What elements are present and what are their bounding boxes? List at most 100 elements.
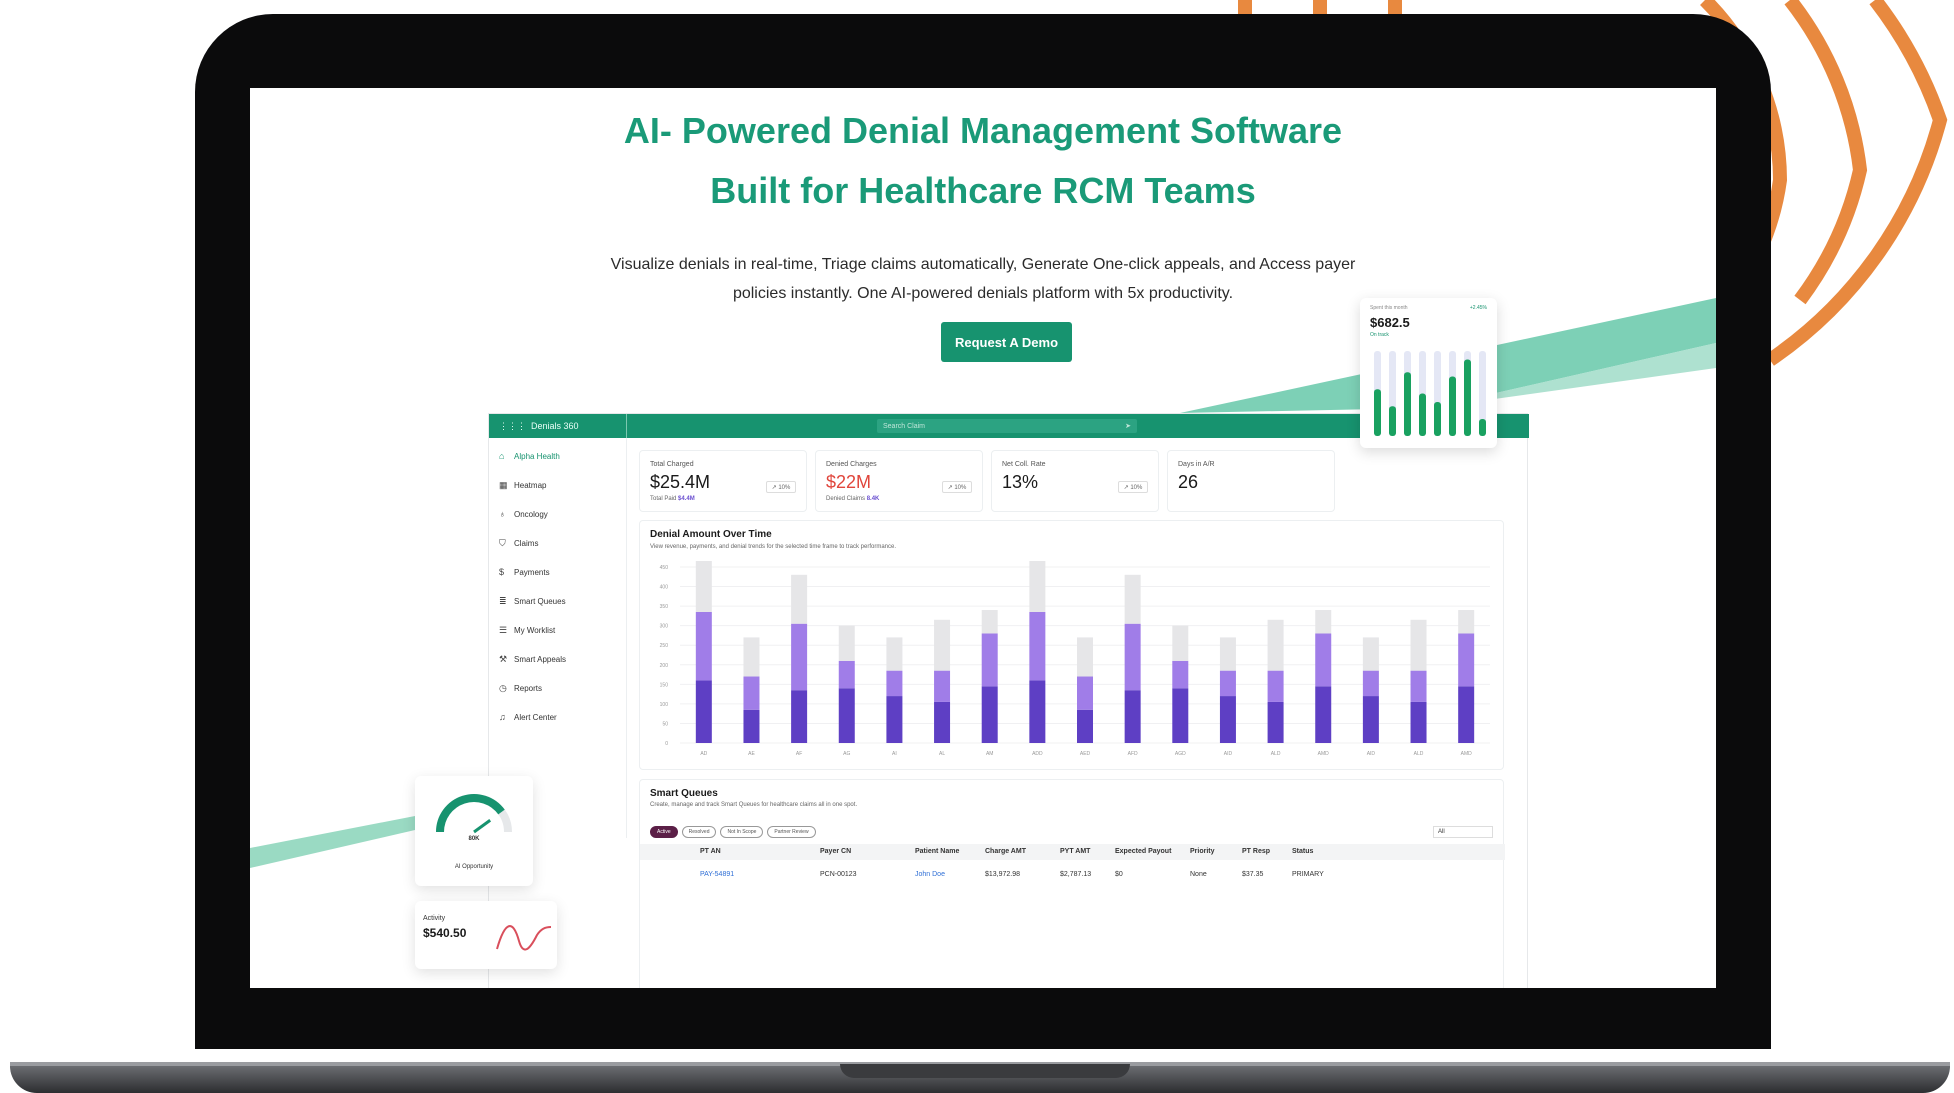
column-header[interactable]: PYT AMT xyxy=(1060,848,1090,855)
bar-segment[interactable] xyxy=(695,680,712,743)
bar-segment[interactable] xyxy=(1267,619,1284,671)
bar-segment[interactable] xyxy=(1458,610,1475,634)
bar-segment[interactable] xyxy=(743,709,760,743)
activity-label: Activity xyxy=(423,915,446,922)
sidebar-item-smart-appeals[interactable]: ⚒ Smart Appeals xyxy=(499,651,566,667)
sidebar-item-reports[interactable]: ◷ Reports xyxy=(499,680,542,696)
bar-segment[interactable] xyxy=(886,696,903,743)
bar-segment[interactable] xyxy=(1315,610,1332,634)
sidebar-item-alert-center[interactable]: ♫ Alert Center xyxy=(499,709,557,725)
bar-segment[interactable] xyxy=(1410,670,1427,702)
x-tick-label: AE xyxy=(748,751,755,757)
table-row[interactable]: PAY-54891 PCN-00123 John Doe $13,972.98 $2,7… xyxy=(640,868,1505,882)
bar-segment[interactable] xyxy=(1172,688,1189,743)
x-tick-label: ALD xyxy=(1414,751,1424,757)
ai-opportunity-card: 80K AI Opportunity xyxy=(415,776,533,886)
bar-segment[interactable] xyxy=(1219,696,1236,743)
table-cell: None xyxy=(1190,871,1207,878)
column-header[interactable]: Status xyxy=(1292,848,1313,855)
table-cell[interactable]: PAY-54891 xyxy=(700,871,734,878)
bar-segment[interactable] xyxy=(743,676,760,710)
x-tick-label: AD xyxy=(700,751,707,757)
queue-tab-resolved[interactable]: Resolved xyxy=(681,826,717,838)
dashboard-brand[interactable]: ⋮⋮⋮ Denials 360 xyxy=(489,414,627,438)
bar-segment[interactable] xyxy=(695,561,712,612)
bar-segment[interactable] xyxy=(1362,696,1379,743)
bar-segment[interactable] xyxy=(981,610,998,634)
column-header[interactable]: Expected Payout xyxy=(1115,848,1171,855)
column-header[interactable]: Patient Name xyxy=(915,848,959,855)
y-tick-label: 50 xyxy=(662,721,668,727)
bar-segment[interactable] xyxy=(981,686,998,743)
bar-segment[interactable] xyxy=(1124,574,1141,624)
bar-segment[interactable] xyxy=(934,701,951,743)
sidebar-item-alpha-health[interactable]: ⌂ Alpha Health xyxy=(499,448,560,464)
bar-segment[interactable] xyxy=(1219,637,1236,671)
mini-bar xyxy=(1479,419,1486,436)
bar-segment[interactable] xyxy=(791,690,808,743)
column-header[interactable]: PT Resp xyxy=(1242,848,1270,855)
hero-title-line2: Built for Healthcare RCM Teams xyxy=(710,170,1256,211)
bar-segment[interactable] xyxy=(1077,709,1093,743)
bar-segment[interactable] xyxy=(1124,623,1141,691)
bar-segment[interactable] xyxy=(1410,619,1427,671)
bar-segment[interactable] xyxy=(1267,701,1284,743)
mini-bar xyxy=(1464,359,1471,436)
bar-segment[interactable] xyxy=(1219,670,1236,697)
bar-segment[interactable] xyxy=(1077,676,1093,710)
bar-segment[interactable] xyxy=(1458,633,1475,687)
bar-segment[interactable] xyxy=(838,660,855,689)
bar-segment[interactable] xyxy=(934,619,951,671)
bar-segment[interactable] xyxy=(1172,660,1189,689)
queue-tab-partner-review[interactable]: Partner Review xyxy=(767,826,816,838)
bar-segment[interactable] xyxy=(743,637,760,677)
sidebar-item-my-worklist[interactable]: ☰ My Worklist xyxy=(499,622,555,638)
bar-segment[interactable] xyxy=(1315,633,1332,687)
queue-tab-not-in-scope[interactable]: Not In Scope xyxy=(720,826,764,838)
claim-search-placeholder: Search Claim xyxy=(883,422,926,430)
bar-segment[interactable] xyxy=(838,688,855,743)
bar-segment[interactable] xyxy=(1029,611,1046,681)
column-header[interactable]: Payer CN xyxy=(820,848,851,855)
bar-segment[interactable] xyxy=(1315,686,1332,743)
table-cell: $2,787.13 xyxy=(1060,871,1092,878)
sidebar-item-heatmap[interactable]: ▦ Heatmap xyxy=(499,477,546,493)
bar-segment[interactable] xyxy=(1362,637,1379,671)
bar-segment[interactable] xyxy=(886,637,903,671)
sidebar-item-claims[interactable]: ⛉ Claims xyxy=(499,535,538,551)
bar-segment[interactable] xyxy=(981,633,998,687)
sidebar-item-oncology[interactable]: ♁ Oncology xyxy=(499,506,548,522)
sidebar-item-label: Smart Queues xyxy=(514,596,566,606)
queue-tab-active[interactable]: Active xyxy=(650,826,678,838)
bar-segment[interactable] xyxy=(1458,686,1475,743)
grid-icon: ▦ xyxy=(499,479,508,490)
bar-segment[interactable] xyxy=(1029,680,1046,743)
sidebar-item-smart-queues[interactable]: ≣ Smart Queues xyxy=(499,593,566,609)
bar-segment[interactable] xyxy=(791,574,808,624)
bar-segment[interactable] xyxy=(1172,625,1189,661)
bar-segment[interactable] xyxy=(838,625,855,661)
column-header[interactable]: PT AN xyxy=(700,848,721,855)
column-header[interactable]: Priority xyxy=(1190,848,1215,855)
bar-segment[interactable] xyxy=(886,670,903,697)
hero-subtitle-line1: Visualize denials in real-time, Triage c… xyxy=(610,256,1356,273)
table-cell[interactable]: John Doe xyxy=(915,871,945,878)
bar-segment[interactable] xyxy=(1029,561,1046,612)
status-filter-select[interactable]: All xyxy=(1433,826,1493,838)
request-demo-button[interactable]: Request A Demo xyxy=(941,322,1072,362)
bar-segment[interactable] xyxy=(1362,670,1379,697)
bar-segment[interactable] xyxy=(695,611,712,681)
ai-opportunity-value: 80K xyxy=(468,836,480,842)
kpi-sub-label: Total Paid xyxy=(650,496,677,502)
bar-segment[interactable] xyxy=(1267,670,1284,702)
bar-segment[interactable] xyxy=(1124,690,1141,743)
bar-segment[interactable] xyxy=(934,670,951,702)
bar-segment[interactable] xyxy=(1077,637,1093,677)
bar-segment[interactable] xyxy=(1410,701,1427,743)
sidebar-item-label: My Worklist xyxy=(514,625,556,635)
bar-segment[interactable] xyxy=(791,623,808,691)
sidebar-item-payments[interactable]: $ Payments xyxy=(499,564,550,580)
claim-search-input[interactable]: Search Claim ➤ xyxy=(877,419,1137,433)
column-header[interactable]: Charge AMT xyxy=(985,848,1026,855)
kpi-sub: Denied Claims 8.4K xyxy=(826,496,879,502)
